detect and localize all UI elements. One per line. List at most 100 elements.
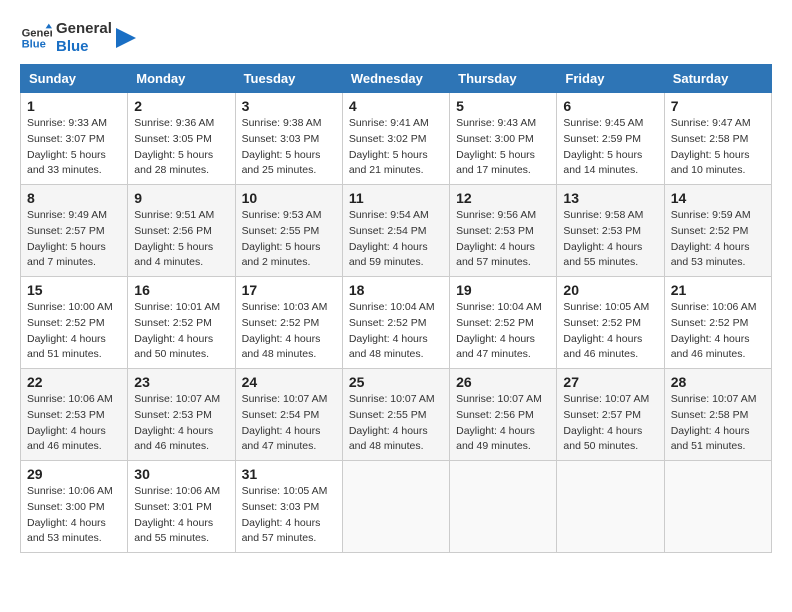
day-number: 21 — [671, 282, 765, 298]
calendar-cell: 14 Sunrise: 9:59 AM Sunset: 2:52 PM Dayl… — [664, 185, 771, 277]
daylight-text: Daylight: 4 hours and 48 minutes. — [349, 333, 428, 361]
calendar-cell: 13 Sunrise: 9:58 AM Sunset: 2:53 PM Dayl… — [557, 185, 664, 277]
calendar-cell: 28 Sunrise: 10:07 AM Sunset: 2:58 PM Day… — [664, 369, 771, 461]
daylight-text: Daylight: 4 hours and 59 minutes. — [349, 241, 428, 269]
day-info: Sunrise: 10:07 AM Sunset: 2:54 PM Daylig… — [242, 392, 336, 455]
logo: General Blue General Blue — [20, 20, 136, 56]
day-info: Sunrise: 9:53 AM Sunset: 2:55 PM Dayligh… — [242, 208, 336, 271]
day-info: Sunrise: 10:07 AM Sunset: 2:58 PM Daylig… — [671, 392, 765, 455]
sunset-text: Sunset: 2:55 PM — [242, 225, 320, 237]
day-number: 23 — [134, 374, 228, 390]
day-info: Sunrise: 9:43 AM Sunset: 3:00 PM Dayligh… — [456, 116, 550, 179]
day-number: 24 — [242, 374, 336, 390]
daylight-text: Daylight: 4 hours and 57 minutes. — [242, 517, 321, 545]
sunset-text: Sunset: 2:58 PM — [671, 133, 749, 145]
sunrise-text: Sunrise: 9:43 AM — [456, 117, 536, 129]
sunrise-text: Sunrise: 9:47 AM — [671, 117, 751, 129]
col-tuesday: Tuesday — [235, 65, 342, 93]
sunrise-text: Sunrise: 9:56 AM — [456, 209, 536, 221]
sunrise-text: Sunrise: 10:06 AM — [27, 485, 113, 497]
day-info: Sunrise: 9:51 AM Sunset: 2:56 PM Dayligh… — [134, 208, 228, 271]
day-number: 30 — [134, 466, 228, 482]
day-number: 3 — [242, 98, 336, 114]
sunset-text: Sunset: 3:05 PM — [134, 133, 212, 145]
daylight-text: Daylight: 4 hours and 50 minutes. — [134, 333, 213, 361]
day-info: Sunrise: 9:54 AM Sunset: 2:54 PM Dayligh… — [349, 208, 443, 271]
sunrise-text: Sunrise: 10:05 AM — [242, 485, 328, 497]
day-number: 31 — [242, 466, 336, 482]
week-row-2: 8 Sunrise: 9:49 AM Sunset: 2:57 PM Dayli… — [21, 185, 772, 277]
calendar-cell: 1 Sunrise: 9:33 AM Sunset: 3:07 PM Dayli… — [21, 93, 128, 185]
sunrise-text: Sunrise: 10:04 AM — [349, 301, 435, 313]
sunrise-text: Sunrise: 9:41 AM — [349, 117, 429, 129]
calendar-cell: 21 Sunrise: 10:06 AM Sunset: 2:52 PM Day… — [664, 277, 771, 369]
day-number: 5 — [456, 98, 550, 114]
sunset-text: Sunset: 3:03 PM — [242, 133, 320, 145]
sunrise-text: Sunrise: 9:59 AM — [671, 209, 751, 221]
calendar-cell — [450, 461, 557, 553]
sunset-text: Sunset: 2:59 PM — [563, 133, 641, 145]
daylight-text: Daylight: 5 hours and 4 minutes. — [134, 241, 213, 269]
day-number: 28 — [671, 374, 765, 390]
day-number: 4 — [349, 98, 443, 114]
sunrise-text: Sunrise: 10:07 AM — [349, 393, 435, 405]
day-number: 10 — [242, 190, 336, 206]
sunset-text: Sunset: 2:53 PM — [456, 225, 534, 237]
col-saturday: Saturday — [664, 65, 771, 93]
daylight-text: Daylight: 5 hours and 17 minutes. — [456, 149, 535, 177]
day-info: Sunrise: 9:41 AM Sunset: 3:02 PM Dayligh… — [349, 116, 443, 179]
day-info: Sunrise: 10:03 AM Sunset: 2:52 PM Daylig… — [242, 300, 336, 363]
calendar-cell: 6 Sunrise: 9:45 AM Sunset: 2:59 PM Dayli… — [557, 93, 664, 185]
daylight-text: Daylight: 4 hours and 50 minutes. — [563, 425, 642, 453]
sunrise-text: Sunrise: 9:33 AM — [27, 117, 107, 129]
sunrise-text: Sunrise: 9:45 AM — [563, 117, 643, 129]
calendar-cell — [342, 461, 449, 553]
sunset-text: Sunset: 2:54 PM — [242, 409, 320, 421]
col-thursday: Thursday — [450, 65, 557, 93]
daylight-text: Daylight: 5 hours and 2 minutes. — [242, 241, 321, 269]
daylight-text: Daylight: 4 hours and 46 minutes. — [563, 333, 642, 361]
day-number: 11 — [349, 190, 443, 206]
day-info: Sunrise: 10:07 AM Sunset: 2:55 PM Daylig… — [349, 392, 443, 455]
daylight-text: Daylight: 4 hours and 48 minutes. — [242, 333, 321, 361]
daylight-text: Daylight: 4 hours and 55 minutes. — [563, 241, 642, 269]
sunrise-text: Sunrise: 10:06 AM — [671, 301, 757, 313]
daylight-text: Daylight: 4 hours and 49 minutes. — [456, 425, 535, 453]
daylight-text: Daylight: 4 hours and 51 minutes. — [27, 333, 106, 361]
sunrise-text: Sunrise: 10:07 AM — [134, 393, 220, 405]
calendar-header-row: Sunday Monday Tuesday Wednesday Thursday… — [21, 65, 772, 93]
day-info: Sunrise: 9:56 AM Sunset: 2:53 PM Dayligh… — [456, 208, 550, 271]
col-monday: Monday — [128, 65, 235, 93]
sunrise-text: Sunrise: 10:04 AM — [456, 301, 542, 313]
calendar-cell: 30 Sunrise: 10:06 AM Sunset: 3:01 PM Day… — [128, 461, 235, 553]
sunrise-text: Sunrise: 10:07 AM — [242, 393, 328, 405]
col-wednesday: Wednesday — [342, 65, 449, 93]
day-number: 29 — [27, 466, 121, 482]
daylight-text: Daylight: 4 hours and 57 minutes. — [456, 241, 535, 269]
day-info: Sunrise: 10:00 AM Sunset: 2:52 PM Daylig… — [27, 300, 121, 363]
sunrise-text: Sunrise: 10:00 AM — [27, 301, 113, 313]
sunrise-text: Sunrise: 10:07 AM — [456, 393, 542, 405]
col-sunday: Sunday — [21, 65, 128, 93]
daylight-text: Daylight: 5 hours and 28 minutes. — [134, 149, 213, 177]
logo-general-text: General — [56, 20, 112, 38]
sunrise-text: Sunrise: 10:06 AM — [134, 485, 220, 497]
sunrise-text: Sunrise: 10:05 AM — [563, 301, 649, 313]
week-row-3: 15 Sunrise: 10:00 AM Sunset: 2:52 PM Day… — [21, 277, 772, 369]
week-row-1: 1 Sunrise: 9:33 AM Sunset: 3:07 PM Dayli… — [21, 93, 772, 185]
day-info: Sunrise: 9:45 AM Sunset: 2:59 PM Dayligh… — [563, 116, 657, 179]
calendar-cell: 16 Sunrise: 10:01 AM Sunset: 2:52 PM Day… — [128, 277, 235, 369]
calendar-cell — [664, 461, 771, 553]
daylight-text: Daylight: 4 hours and 46 minutes. — [134, 425, 213, 453]
day-info: Sunrise: 9:59 AM Sunset: 2:52 PM Dayligh… — [671, 208, 765, 271]
day-info: Sunrise: 10:04 AM Sunset: 2:52 PM Daylig… — [349, 300, 443, 363]
day-info: Sunrise: 9:47 AM Sunset: 2:58 PM Dayligh… — [671, 116, 765, 179]
sunrise-text: Sunrise: 10:01 AM — [134, 301, 220, 313]
daylight-text: Daylight: 5 hours and 33 minutes. — [27, 149, 106, 177]
daylight-text: Daylight: 5 hours and 14 minutes. — [563, 149, 642, 177]
daylight-text: Daylight: 4 hours and 55 minutes. — [134, 517, 213, 545]
day-number: 17 — [242, 282, 336, 298]
daylight-text: Daylight: 4 hours and 51 minutes. — [671, 425, 750, 453]
day-info: Sunrise: 10:06 AM Sunset: 3:01 PM Daylig… — [134, 484, 228, 547]
sunrise-text: Sunrise: 10:07 AM — [671, 393, 757, 405]
